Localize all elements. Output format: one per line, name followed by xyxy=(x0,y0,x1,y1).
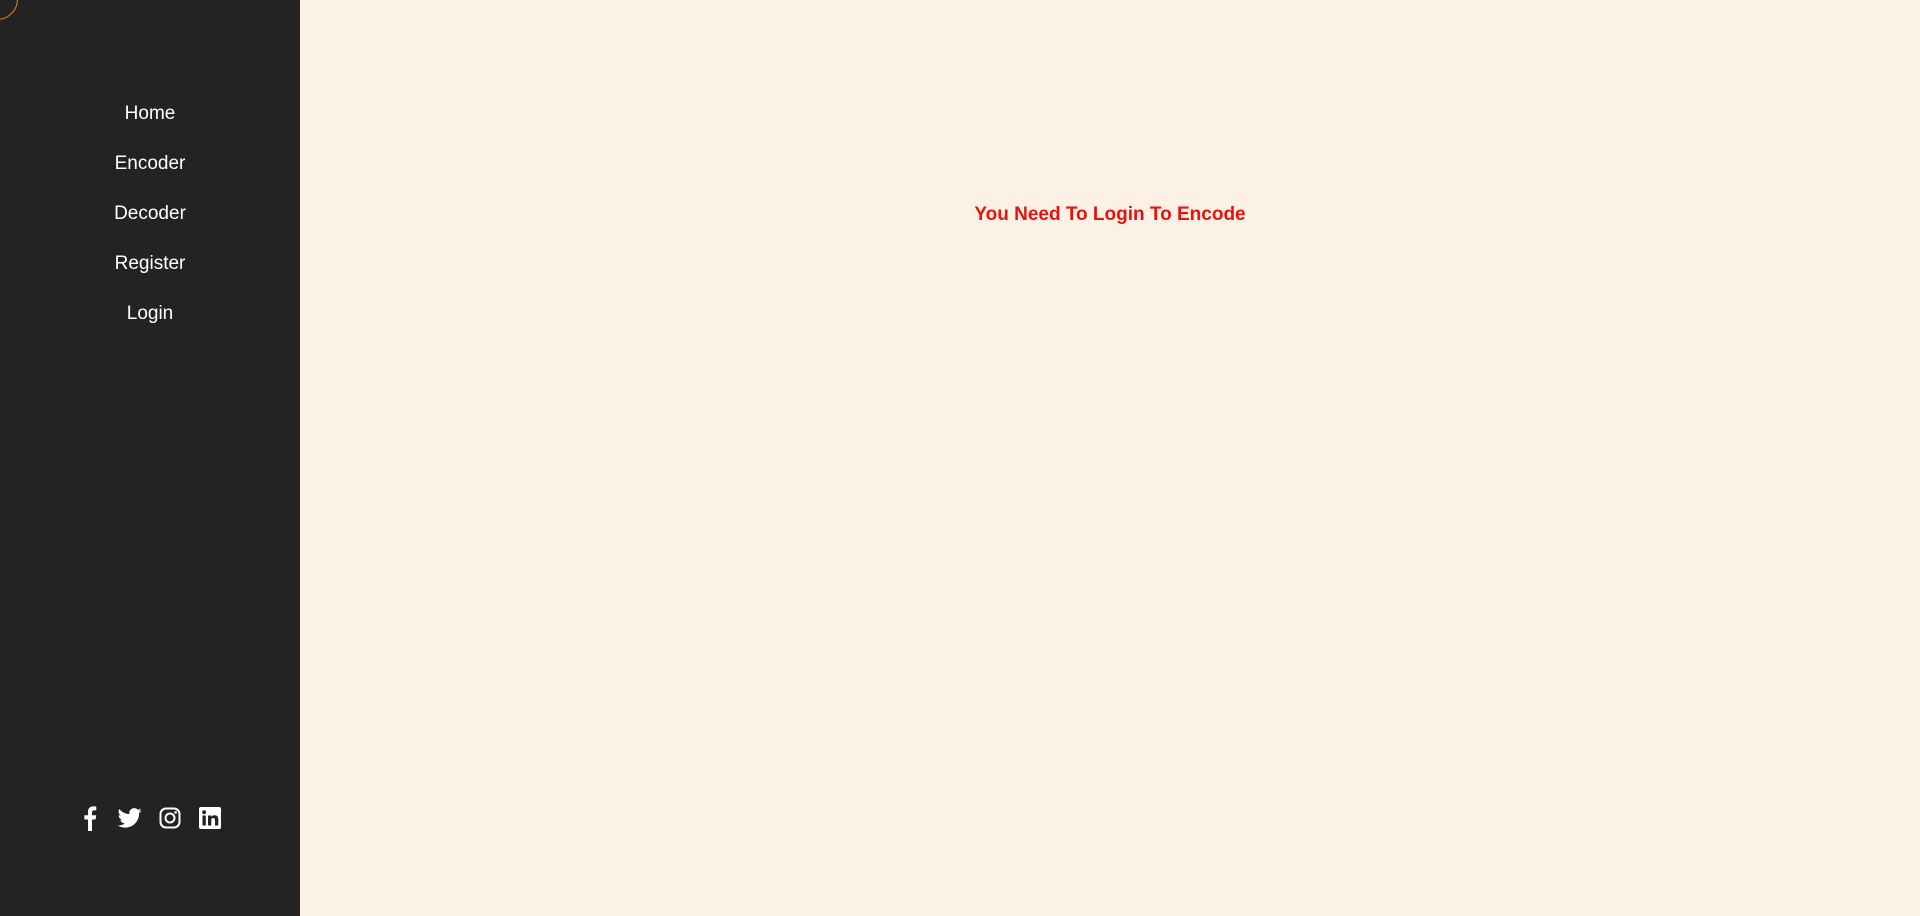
sidebar-nav: Home Encoder Decoder Register Login xyxy=(0,96,300,346)
nav-encoder-link[interactable]: Encoder xyxy=(115,146,186,196)
logo-circle-icon[interactable] xyxy=(0,0,18,20)
nav-decoder-link[interactable]: Decoder xyxy=(114,196,186,246)
social-links xyxy=(0,805,300,831)
sidebar: Home Encoder Decoder Register Login xyxy=(0,0,300,916)
linkedin-icon[interactable] xyxy=(198,805,222,831)
nav-login-link[interactable]: Login xyxy=(127,296,174,346)
twitter-icon[interactable] xyxy=(118,805,142,831)
facebook-icon[interactable] xyxy=(78,805,102,831)
nav-home-link[interactable]: Home xyxy=(125,96,176,146)
app-root: Home Encoder Decoder Register Login You … xyxy=(0,0,1920,916)
login-required-message: You Need To Login To Encode xyxy=(974,204,1246,225)
nav-register-link[interactable]: Register xyxy=(115,246,186,296)
instagram-icon[interactable] xyxy=(158,805,182,831)
main-content: You Need To Login To Encode xyxy=(300,0,1920,916)
